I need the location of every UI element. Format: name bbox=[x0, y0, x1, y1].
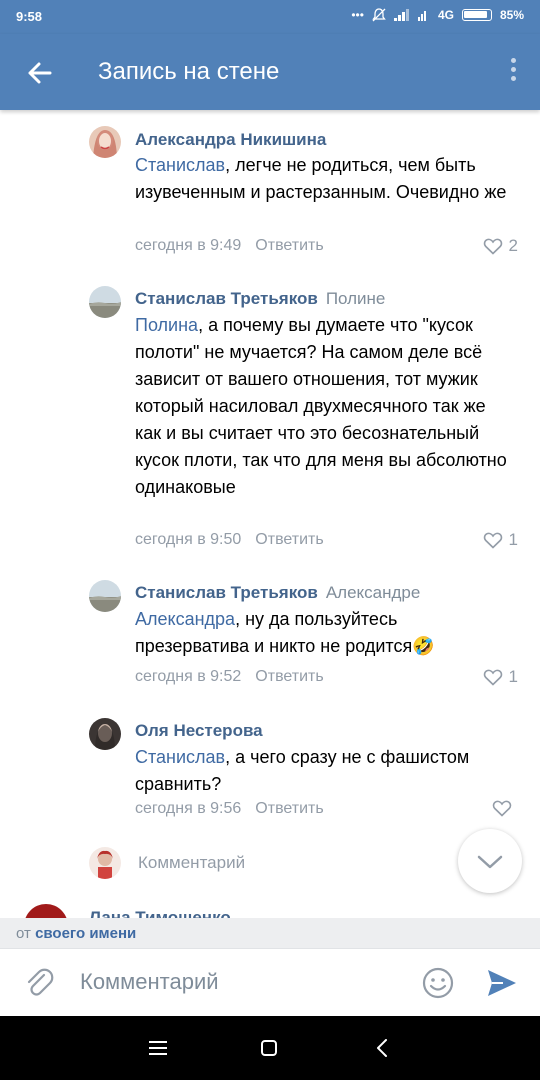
comment-meta: сегодня в 9:56 Ответить bbox=[135, 800, 324, 818]
comment-time: сегодня в 9:56 bbox=[135, 800, 242, 817]
post-as-name[interactable]: своего имени bbox=[35, 925, 136, 942]
reply-placeholder[interactable]: Комментарий bbox=[138, 853, 245, 873]
like-button[interactable]: 1 bbox=[483, 667, 518, 687]
mention-link[interactable]: Александра bbox=[135, 609, 235, 629]
comment-text: Станислав, а чего сразу не с фашистом ср… bbox=[135, 747, 470, 794]
like-count: 1 bbox=[508, 667, 518, 686]
emoji-icon[interactable] bbox=[421, 966, 455, 1000]
reply-button[interactable]: Ответить bbox=[255, 237, 323, 254]
like-count: 2 bbox=[508, 236, 518, 255]
avatar[interactable] bbox=[89, 126, 121, 158]
avatar[interactable] bbox=[89, 718, 121, 750]
next-comment-peek: Лана Тимошенко bbox=[0, 900, 540, 920]
like-button[interactable] bbox=[492, 799, 518, 817]
mention-link[interactable]: Станислав bbox=[135, 155, 225, 175]
like-count: 1 bbox=[508, 530, 518, 549]
heart-icon bbox=[483, 669, 502, 686]
signal-icon-2 bbox=[417, 11, 426, 21]
comment-text: Александра, ну да пользуйтесь презервати… bbox=[135, 609, 435, 656]
reply-button[interactable]: Ответить bbox=[255, 800, 323, 817]
comment-author[interactable]: Александра Никишина bbox=[135, 130, 326, 150]
comment-time: сегодня в 9:52 bbox=[135, 668, 242, 685]
avatar[interactable] bbox=[89, 580, 121, 612]
app-bar: Запись на стене bbox=[0, 34, 540, 110]
like-button[interactable]: 1 bbox=[483, 530, 518, 550]
page-title: Запись на стене bbox=[98, 58, 280, 85]
heart-icon bbox=[483, 238, 502, 255]
menu-icon[interactable] bbox=[149, 1040, 167, 1056]
reply-to-label: Полине bbox=[325, 289, 386, 308]
home-icon[interactable] bbox=[261, 1040, 277, 1056]
battery-icon bbox=[461, 9, 492, 21]
back-icon[interactable] bbox=[375, 1039, 389, 1057]
comment-text: Полина, а почему вы думаете что "кусок п… bbox=[135, 315, 507, 497]
comment-time: сегодня в 9:50 bbox=[135, 531, 242, 548]
reply-to-label: Александре bbox=[325, 583, 421, 602]
send-icon[interactable] bbox=[485, 966, 519, 1000]
comment-meta: сегодня в 9:49 Ответить bbox=[135, 237, 324, 255]
heart-icon bbox=[483, 532, 502, 549]
status-icons: ••• 4G 85% bbox=[351, 8, 524, 22]
reply-button[interactable]: Ответить bbox=[255, 668, 323, 685]
status-bar: 9:58 ••• 4G 85% bbox=[0, 0, 540, 34]
system-nav-bar bbox=[0, 1016, 540, 1080]
like-button[interactable]: 2 bbox=[483, 236, 518, 256]
scroll-down-button[interactable] bbox=[458, 829, 522, 893]
comment-time: сегодня в 9:49 bbox=[135, 237, 242, 254]
back-arrow-icon[interactable] bbox=[22, 56, 56, 90]
notifications-dots-icon: ••• bbox=[351, 8, 364, 22]
comment-author[interactable]: Станислав Третьяков Александре bbox=[135, 583, 420, 603]
avatar[interactable] bbox=[89, 286, 121, 318]
comment-input[interactable]: Комментарий bbox=[80, 969, 219, 995]
attach-icon[interactable] bbox=[22, 966, 56, 1000]
reply-button[interactable]: Ответить bbox=[255, 531, 323, 548]
comment-author[interactable]: Станислав Третьяков Полине bbox=[135, 289, 385, 309]
comment-text: Станислав, легче не родиться, чем быть и… bbox=[135, 155, 507, 202]
more-options-icon[interactable] bbox=[508, 58, 518, 88]
post-as-prefix: от bbox=[16, 925, 31, 942]
comment-meta: сегодня в 9:50 Ответить bbox=[135, 531, 324, 549]
mute-bell-icon bbox=[372, 8, 386, 22]
chevron-down-icon bbox=[477, 855, 503, 869]
signal-icon bbox=[393, 9, 409, 21]
mention-link[interactable]: Полина bbox=[135, 315, 198, 335]
mention-link[interactable]: Станислав bbox=[135, 747, 225, 767]
laughing-emoji-icon: 🤣 bbox=[412, 636, 435, 656]
comment-author[interactable]: Оля Нестерова bbox=[135, 721, 263, 741]
battery-level: 85% bbox=[499, 8, 524, 22]
heart-icon bbox=[492, 800, 512, 817]
post-as-bar[interactable]: от своего имени bbox=[0, 918, 540, 948]
status-time: 9:58 bbox=[16, 9, 43, 24]
network-type: 4G bbox=[437, 8, 454, 22]
comment-meta: сегодня в 9:52 Ответить bbox=[135, 668, 324, 686]
comment-input-bar: Комментарий bbox=[0, 948, 540, 1017]
my-avatar bbox=[89, 847, 121, 879]
